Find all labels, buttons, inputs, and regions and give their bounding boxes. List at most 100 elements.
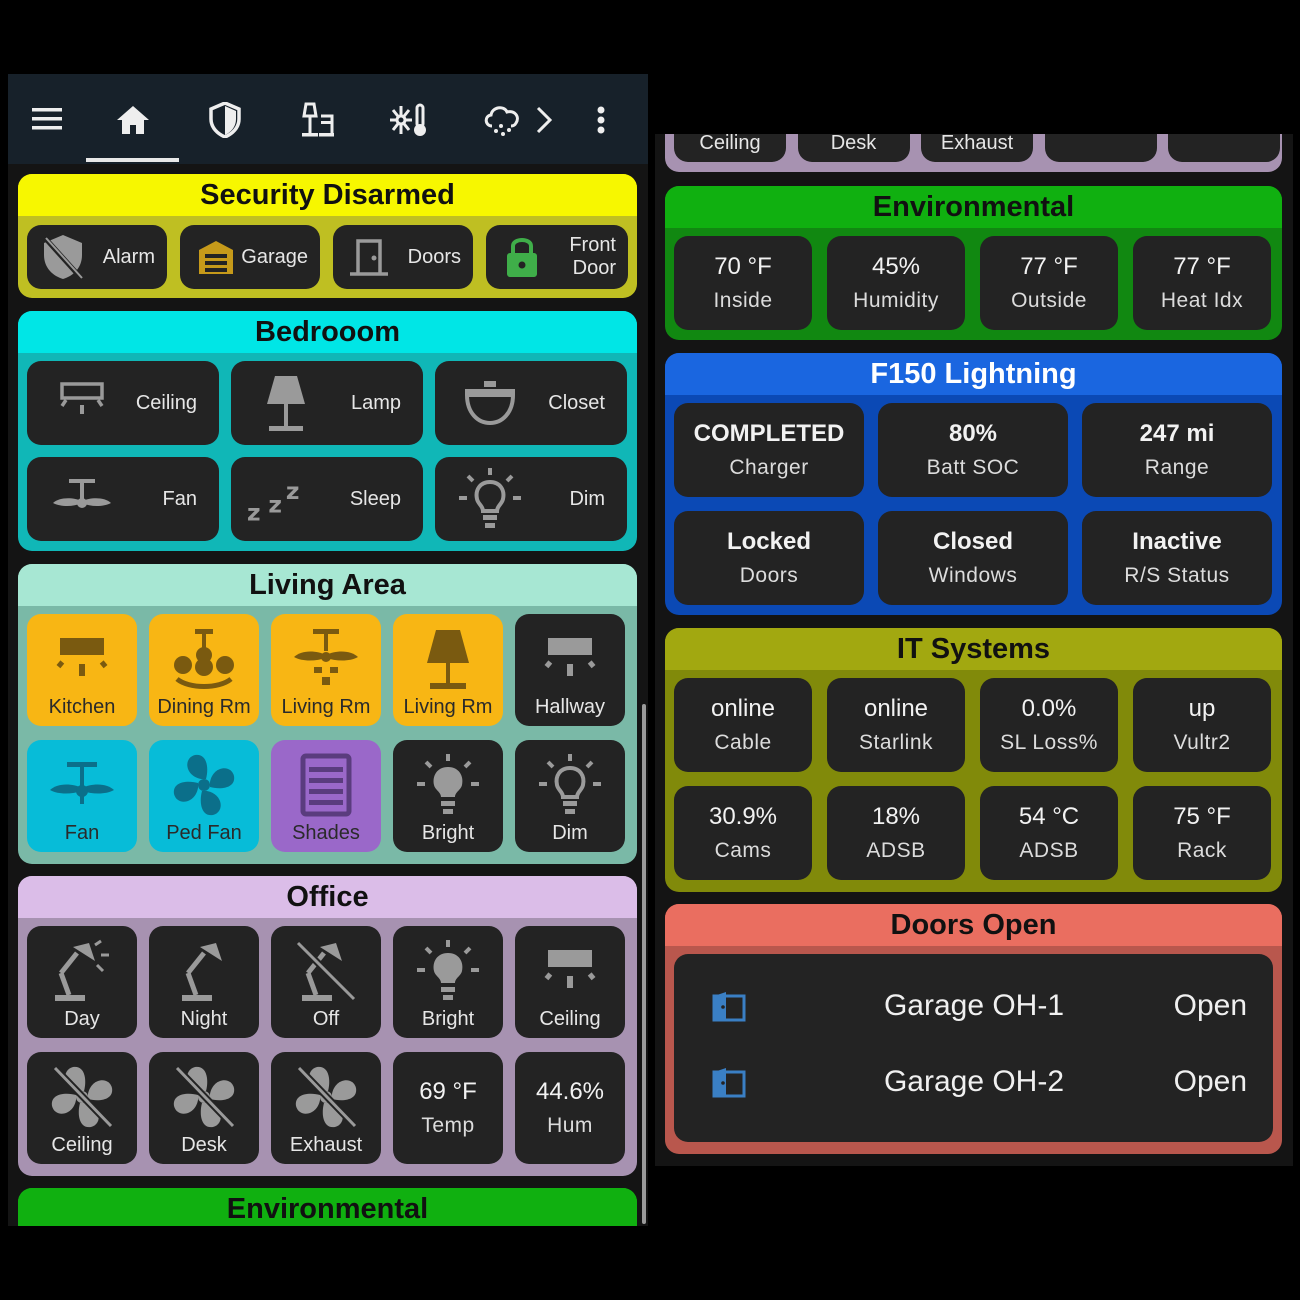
it-systems-title: IT Systems [665, 628, 1282, 670]
bedroom-fan-button[interactable]: Fan [27, 457, 219, 541]
office-stat-value: 69 °F [419, 1078, 477, 1105]
living-tile-fan[interactable]: Fan [27, 740, 137, 852]
thermostat-icon[interactable] [385, 96, 433, 144]
f150-title: F150 Lightning [665, 353, 1282, 395]
stat-label: R/S Status [1124, 564, 1230, 587]
f150-card: F150 Lightning COMPLETED Charger 80% Batt… [665, 353, 1282, 615]
lamp-icon [251, 361, 321, 445]
bedroom-sleep-button[interactable]: zzz Sleep [231, 457, 423, 541]
chevron-right-icon[interactable] [524, 96, 564, 144]
door-state: Open [1173, 989, 1247, 1022]
it-stat-adsb[interactable]: 54 °C ADSB [980, 786, 1118, 880]
office-tile-bright[interactable]: Bright [393, 926, 503, 1038]
living-tile-dim[interactable]: Dim [515, 740, 625, 852]
f150-stat-doors[interactable]: Locked Doors [674, 511, 864, 605]
office-tile-label: Day [64, 1008, 100, 1030]
living-tile-ped-fan[interactable]: Ped Fan [149, 740, 259, 852]
environmental-stat-inside[interactable]: 70 °F Inside [674, 236, 812, 330]
f150-stat-r-s-status[interactable]: Inactive R/S Status [1082, 511, 1272, 605]
garage-button[interactable]: Garage [180, 225, 320, 289]
bedroom-ceiling-label: Ceiling [135, 391, 197, 414]
living-tile-label: Ped Fan [166, 822, 242, 844]
environmental-stat-outside[interactable]: 77 °F Outside [980, 236, 1118, 330]
weather-icon[interactable] [478, 96, 526, 144]
alarm-button[interactable]: Alarm [27, 225, 167, 289]
door-row[interactable]: Garage OH-1 Open [674, 976, 1273, 1036]
shield-icon[interactable] [201, 96, 249, 144]
office-tile-off[interactable]: Off [271, 926, 381, 1038]
stat-value: 70 °F [714, 253, 772, 280]
office-tile-exhaust[interactable]: Exhaust [271, 1052, 381, 1164]
svg-text:z: z [286, 477, 300, 505]
doors-open-list: Garage OH-1 Open Garage OH-2 Open [674, 954, 1273, 1142]
office-tile-night[interactable]: Night [149, 926, 259, 1038]
environmental-stat-heat-idx[interactable]: 77 °F Heat Idx [1133, 236, 1271, 330]
living-tile-label: Living Rm [281, 696, 371, 718]
office-tile-label: Desk [181, 1134, 227, 1156]
bedroom-dim-button[interactable]: Dim [435, 457, 627, 541]
security-title: Security Disarmed [18, 174, 637, 216]
office-tile-temp[interactable]: 69 °F Temp [393, 1052, 503, 1164]
stat-value: online [863, 695, 929, 722]
door-row[interactable]: Garage OH-2 Open [674, 1052, 1273, 1112]
bedroom-dim-label: Dim [569, 487, 605, 510]
living-tile-bright[interactable]: Bright [393, 740, 503, 852]
ceiling-light-icon [515, 936, 625, 1006]
bulb-outline-icon [515, 750, 625, 820]
bedroom-ceiling-button[interactable]: Ceiling [27, 361, 219, 445]
strip-button[interactable] [1168, 134, 1280, 162]
environmental-stat-humidity[interactable]: 45% Humidity [827, 236, 965, 330]
it-stat-cams[interactable]: 30.9% Cams [674, 786, 812, 880]
strip-button[interactable]: Desk [797, 134, 910, 162]
bedroom-closet-button[interactable]: Closet [435, 361, 627, 445]
scrollbar[interactable] [642, 704, 646, 1224]
f150-stat-windows[interactable]: Closed Windows [878, 511, 1068, 605]
stat-label: Windows [928, 564, 1018, 587]
menu-icon[interactable] [25, 96, 73, 144]
living-tile-hallway[interactable]: Hallway [515, 614, 625, 726]
more-vert-icon[interactable] [581, 96, 621, 144]
strip-button[interactable]: Exhaust [921, 134, 1033, 162]
stat-label: Outside [1011, 289, 1087, 312]
strip-button[interactable] [1044, 134, 1157, 162]
doors-button[interactable]: Doors [333, 225, 473, 289]
living-tile-dining-rm[interactable]: Dining Rm [149, 614, 259, 726]
home-icon[interactable] [109, 96, 157, 144]
living-tile-label: Shades [292, 822, 360, 844]
f150-stat-range[interactable]: 247 mi Range [1082, 403, 1272, 497]
f150-stat-batt-soc[interactable]: 80% Batt SOC [878, 403, 1068, 497]
stat-label: Rack [1177, 839, 1227, 862]
stat-value: 77 °F [1020, 253, 1078, 280]
living-tile-living-rm[interactable]: Living Rm [393, 614, 503, 726]
front-door-button[interactable]: Front Door [486, 225, 628, 289]
stat-label: Cams [714, 839, 772, 862]
office-tile-day[interactable]: Day [27, 926, 137, 1038]
bedroom-lamp-button[interactable]: Lamp [231, 361, 423, 445]
svg-text:z: z [247, 498, 261, 525]
living-tile-kitchen[interactable]: Kitchen [27, 614, 137, 726]
office-tile-ceiling[interactable]: Ceiling [515, 926, 625, 1038]
office-fan-strip: Ceiling Desk Exhaust [665, 134, 1282, 172]
stat-label: Range [1144, 456, 1210, 479]
f150-stat-charger[interactable]: COMPLETED Charger [674, 403, 864, 497]
office-tile-desk[interactable]: Desk [149, 1052, 259, 1164]
living-tile-living-rm[interactable]: Living Rm [271, 614, 381, 726]
living-tile-label: Hallway [534, 696, 606, 718]
lamp-icon[interactable] [293, 96, 341, 144]
office-tile-hum[interactable]: 44.6% Hum [515, 1052, 625, 1164]
left-dashboard-screen: Security Disarmed Alarm Garage Doors Fro [8, 74, 648, 1226]
living-tile-shades[interactable]: Shades [271, 740, 381, 852]
it-stat-starlink[interactable]: online Starlink [827, 678, 965, 772]
office-title: Office [18, 876, 637, 918]
it-stat-rack[interactable]: 75 °F Rack [1133, 786, 1271, 880]
it-stat-cable[interactable]: online Cable [674, 678, 812, 772]
ceiling-light-icon [515, 624, 625, 694]
office-tile-ceiling[interactable]: Ceiling [27, 1052, 137, 1164]
strip-button-label: Desk [830, 134, 877, 154]
stat-label: Starlink [858, 731, 934, 754]
it-stat-sl-loss-[interactable]: 0.0% SL Loss% [980, 678, 1118, 772]
it-stat-vultr2[interactable]: up Vultr2 [1133, 678, 1271, 772]
fan-off-icon [271, 1062, 381, 1132]
strip-button[interactable]: Ceiling [674, 134, 786, 162]
it-stat-adsb[interactable]: 18% ADSB [827, 786, 965, 880]
